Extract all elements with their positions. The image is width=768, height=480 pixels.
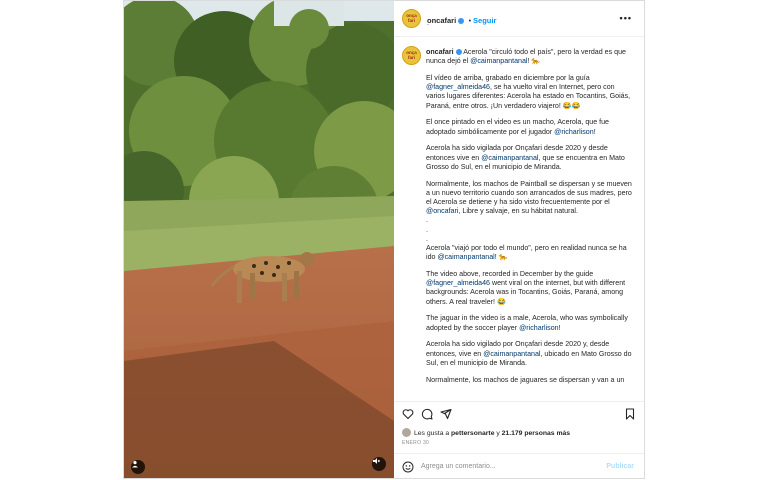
mention-link[interactable]: @caimanpantanal (437, 253, 494, 261)
user-tag-button[interactable] (131, 460, 145, 474)
mention-link[interactable]: @richarlison (554, 128, 594, 136)
account-avatar[interactable]: onça fari (402, 9, 421, 28)
mention-link[interactable]: @richarlison (519, 324, 559, 332)
caption-scroll-area[interactable]: onça fari oncafari Acerola "circuló todo… (394, 38, 644, 398)
verified-icon (455, 49, 462, 55)
post-header: onça fari oncafari • Seguir . ••• (394, 1, 644, 37)
instagram-post: onça fari oncafari • Seguir . ••• onça f… (123, 0, 645, 479)
mention-link[interactable]: @oncafari (426, 207, 458, 215)
mute-button[interactable] (372, 457, 386, 471)
comment-icon[interactable] (421, 408, 433, 420)
caption-username[interactable]: oncafari (426, 48, 454, 56)
mention-link[interactable]: @caimanpantanal (470, 57, 527, 65)
user-tag-icon (132, 461, 138, 468)
post-video[interactable] (124, 1, 394, 478)
comment-bar: Agrega un comentario... Publicar (394, 453, 644, 478)
mute-icon (373, 458, 380, 464)
follow-button[interactable]: Seguir (473, 16, 496, 25)
share-icon[interactable] (440, 408, 452, 420)
heart-icon[interactable] (402, 408, 414, 420)
liker-avatar (402, 428, 411, 437)
likes-count[interactable]: 21.179 personas más (502, 430, 570, 437)
caption-avatar[interactable]: onça fari (402, 46, 421, 65)
more-options-icon[interactable]: ••• (620, 13, 632, 23)
caption-dot: . (426, 225, 428, 234)
mention-link[interactable]: @caimanpantanal (483, 350, 540, 358)
likes-summary[interactable]: Les gusta a pettersonarte y 21.179 perso… (402, 428, 570, 437)
caption-dot: . (426, 216, 428, 225)
comment-input[interactable]: Agrega un comentario... (421, 463, 496, 470)
jaguar-video-frame (124, 1, 394, 478)
post-actions-bar (394, 401, 644, 428)
liker-username[interactable]: pettersonarte (451, 430, 494, 437)
verified-icon (458, 18, 465, 24)
bookmark-icon[interactable] (624, 408, 636, 420)
avatar-text: onça fari (406, 13, 417, 23)
emoji-icon[interactable] (402, 461, 414, 473)
caption-dot: . (426, 234, 428, 243)
post-details-panel: onça fari oncafari • Seguir . ••• onça f… (394, 1, 644, 478)
post-location: . (427, 20, 429, 27)
publish-button[interactable]: Publicar (606, 463, 634, 470)
post-caption: oncafari Acerola "circuló todo el país",… (426, 48, 634, 392)
mention-link[interactable]: @fagner_almeida46 (426, 279, 490, 287)
account-username[interactable]: oncafari (427, 16, 456, 25)
mention-link[interactable]: @caimanpantanal (481, 154, 538, 162)
mention-link[interactable]: @fagner_almeida46 (426, 83, 490, 91)
post-date[interactable]: ENERO 30 (402, 440, 429, 446)
